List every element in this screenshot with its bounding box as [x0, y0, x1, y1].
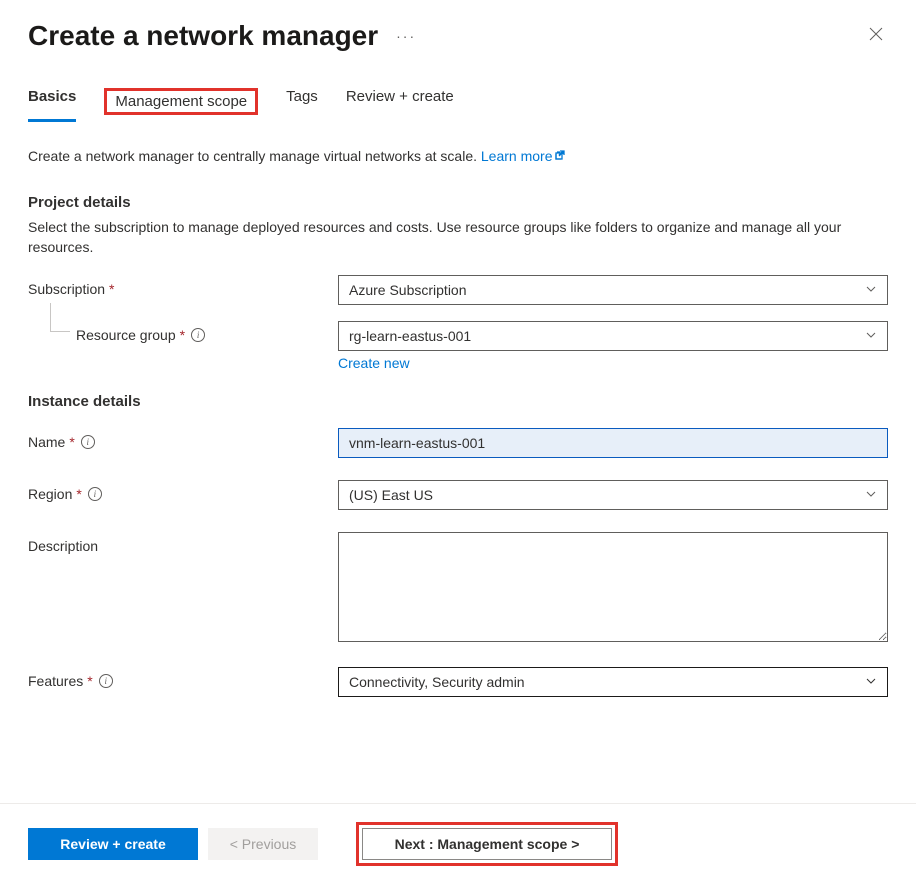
required-indicator: *: [69, 434, 74, 450]
intro-text-content: Create a network manager to centrally ma…: [28, 148, 481, 164]
intro-text: Create a network manager to centrally ma…: [28, 146, 888, 166]
next-button-highlight: Next : Management scope >: [356, 822, 618, 866]
description-textarea[interactable]: [338, 532, 888, 642]
name-input[interactable]: [338, 428, 888, 458]
subscription-label: Subscription*: [28, 275, 338, 297]
subscription-value: Azure Subscription: [349, 282, 467, 298]
project-details-heading: Project details: [28, 194, 888, 211]
region-value: (US) East US: [349, 487, 433, 503]
subscription-dropdown[interactable]: Azure Subscription: [338, 275, 888, 305]
resource-group-dropdown[interactable]: rg-learn-eastus-001: [338, 321, 888, 351]
name-label: Name* i: [28, 428, 338, 450]
page-title: Create a network manager: [28, 20, 378, 52]
close-icon[interactable]: [864, 26, 888, 47]
footer-bar: Review + create < Previous Next : Manage…: [0, 803, 916, 880]
features-label: Features* i: [28, 667, 338, 689]
tab-basics[interactable]: Basics: [28, 88, 76, 122]
info-icon[interactable]: i: [99, 674, 113, 688]
create-new-link[interactable]: Create new: [338, 355, 410, 371]
region-label: Region* i: [28, 480, 338, 502]
description-label: Description: [28, 532, 338, 554]
required-indicator: *: [180, 327, 185, 343]
info-icon[interactable]: i: [81, 435, 95, 449]
chevron-down-icon: [865, 282, 877, 298]
chevron-down-icon: [865, 674, 877, 690]
required-indicator: *: [109, 281, 114, 297]
resource-group-label: Resource group* i: [28, 321, 338, 343]
tab-bar: Basics Management scope Tags Review + cr…: [0, 64, 916, 122]
features-dropdown[interactable]: Connectivity, Security admin: [338, 667, 888, 697]
chevron-down-icon: [865, 487, 877, 503]
info-icon[interactable]: i: [88, 487, 102, 501]
required-indicator: *: [87, 673, 92, 689]
learn-more-link[interactable]: Learn more: [481, 148, 567, 164]
resource-group-value: rg-learn-eastus-001: [349, 328, 471, 344]
external-link-icon: [554, 146, 566, 158]
tab-tags[interactable]: Tags: [286, 88, 318, 122]
features-value: Connectivity, Security admin: [349, 674, 525, 690]
previous-button: < Previous: [208, 828, 318, 860]
review-create-button[interactable]: Review + create: [28, 828, 198, 860]
project-details-desc: Select the subscription to manage deploy…: [28, 217, 888, 257]
region-dropdown[interactable]: (US) East US: [338, 480, 888, 510]
instance-details-heading: Instance details: [28, 393, 888, 410]
tab-review-create[interactable]: Review + create: [346, 88, 454, 122]
next-button[interactable]: Next : Management scope >: [362, 828, 612, 860]
tab-management-scope[interactable]: Management scope: [104, 88, 258, 115]
chevron-down-icon: [865, 328, 877, 344]
ellipsis-icon[interactable]: ···: [396, 28, 416, 44]
info-icon[interactable]: i: [191, 328, 205, 342]
required-indicator: *: [76, 486, 81, 502]
